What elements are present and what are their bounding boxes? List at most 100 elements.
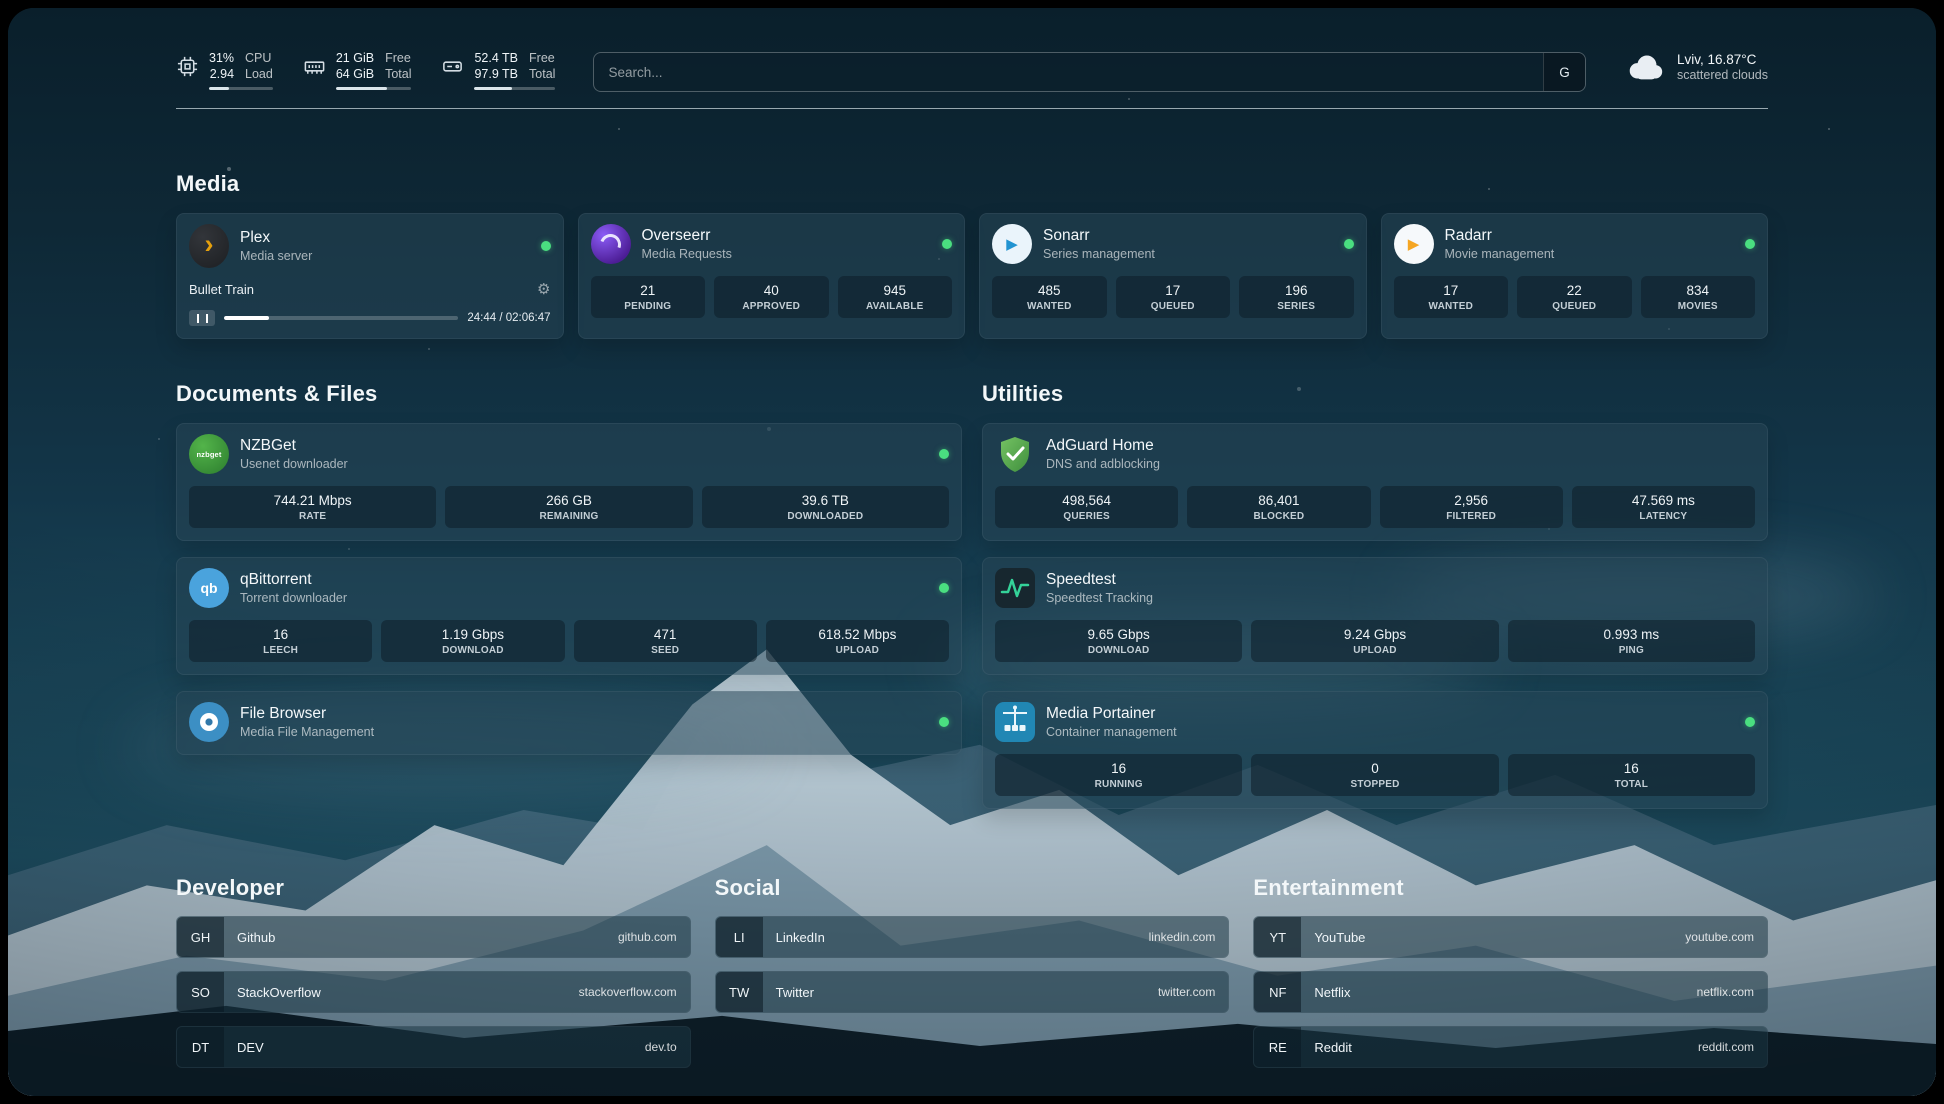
service-card-portainer[interactable]: Media Portainer Container management 16 … xyxy=(982,691,1768,809)
stat-value: 16 xyxy=(193,627,368,642)
bookmark-dev[interactable]: DT DEV dev.to xyxy=(176,1026,691,1068)
stat-box: 0.993 ms PING xyxy=(1508,620,1755,662)
stat-label: REMAINING xyxy=(449,511,688,522)
stat-value: 744.21 Mbps xyxy=(193,493,432,508)
bookmark-stackoverflow[interactable]: SO StackOverflow stackoverflow.com xyxy=(176,971,691,1013)
bookmark-reddit[interactable]: RE Reddit reddit.com xyxy=(1253,1026,1768,1068)
service-card-nzbget[interactable]: nzbget NZBGet Usenet downloader 744.21 M… xyxy=(176,423,962,541)
card-header: qb qBittorrent Torrent downloader xyxy=(189,568,949,608)
stat-label: FILTERED xyxy=(1384,511,1559,522)
overseerr-icon xyxy=(591,224,631,264)
resource-widgets: 31% CPU 2.94 Load xyxy=(176,50,555,90)
gear-icon[interactable]: ⚙ xyxy=(537,280,550,298)
service-text: qBittorrent Torrent downloader xyxy=(240,571,347,605)
stat-box: 498,564 QUERIES xyxy=(995,486,1178,528)
stat-box: 266 GB REMAINING xyxy=(445,486,692,528)
section-title-media: Media xyxy=(176,171,1768,197)
bookmark-name: Netflix xyxy=(1301,985,1350,1000)
search-input[interactable] xyxy=(594,53,1543,91)
disk-progress-fill xyxy=(474,87,511,90)
stat-value: 9.65 Gbps xyxy=(999,627,1238,642)
dashboard-content: 31% CPU 2.94 Load xyxy=(8,8,1936,1096)
pause-button[interactable] xyxy=(189,310,215,326)
service-card-overseerr[interactable]: Overseerr Media Requests 21 PENDING 40 A… xyxy=(578,213,966,339)
service-card-radarr[interactable]: ▶ Radarr Movie management 17 WANTED xyxy=(1381,213,1769,339)
stats-row: 9.65 Gbps DOWNLOAD 9.24 Gbps UPLOAD 0.99… xyxy=(995,620,1755,662)
filebrowser-icon xyxy=(189,702,229,742)
weather-location: Lviv, 16.87°C xyxy=(1677,52,1768,67)
cpu-widget: 31% CPU 2.94 Load xyxy=(176,50,273,90)
bookmark-github[interactable]: GH Github github.com xyxy=(176,916,691,958)
cpu-widget-body: 31% CPU 2.94 Load xyxy=(209,50,273,90)
disk-widget-body: 52.4 TB Free 97.9 TB Total xyxy=(474,50,555,90)
bookmark-abbr: RE xyxy=(1254,1027,1301,1067)
stat-label: RUNNING xyxy=(999,779,1238,790)
service-subtitle: DNS and adblocking xyxy=(1046,457,1160,471)
memory-free-label: Free xyxy=(385,50,411,66)
stat-label: WANTED xyxy=(996,301,1103,312)
stat-value: 945 xyxy=(842,283,949,298)
stat-value: 2,956 xyxy=(1384,493,1559,508)
cpu-load-label: Load xyxy=(245,66,273,82)
service-text: Speedtest Speedtest Tracking xyxy=(1046,571,1153,605)
service-card-filebrowser[interactable]: File Browser Media File Management xyxy=(176,691,962,755)
bookmark-group-social: Social LI LinkedIn linkedin.com TW Twitt… xyxy=(715,875,1230,1068)
cpu-icon xyxy=(176,55,199,78)
stat-label: MOVIES xyxy=(1645,301,1752,312)
bookmark-abbr: LI xyxy=(716,917,763,957)
stat-value: 1.19 Gbps xyxy=(385,627,560,642)
bookmark-domain: linkedin.com xyxy=(1149,930,1229,944)
stat-value: 0.993 ms xyxy=(1512,627,1751,642)
bookmark-group-entertainment: Entertainment YT YouTube youtube.com NF … xyxy=(1253,875,1768,1068)
cpu-usage-label: CPU xyxy=(245,50,273,66)
status-dot xyxy=(1745,239,1755,249)
bookmark-name: Twitter xyxy=(763,985,814,1000)
bookmark-netflix[interactable]: NF Netflix netflix.com xyxy=(1253,971,1768,1013)
service-card-sonarr[interactable]: ▶ Sonarr Series management 485 WANTED xyxy=(979,213,1367,339)
utilities-cards: AdGuard Home DNS and adblocking 498,564 … xyxy=(982,423,1768,809)
card-header: ▶ Sonarr Series management xyxy=(992,224,1354,264)
service-name: Speedtest xyxy=(1046,571,1153,589)
disk-widget: 52.4 TB Free 97.9 TB Total xyxy=(441,50,555,90)
section-title-developer: Developer xyxy=(176,875,691,901)
stat-box: 17 WANTED xyxy=(1394,276,1509,318)
section-title-entertainment: Entertainment xyxy=(1253,875,1768,901)
playback-time: 24:44 / 02:06:47 xyxy=(467,312,550,324)
pause-icon xyxy=(197,314,208,323)
service-card-speedtest[interactable]: Speedtest Speedtest Tracking 9.65 Gbps D… xyxy=(982,557,1768,675)
bookmark-youtube[interactable]: YT YouTube youtube.com xyxy=(1253,916,1768,958)
bookmark-linkedin[interactable]: LI LinkedIn linkedin.com xyxy=(715,916,1230,958)
stat-value: 21 xyxy=(595,283,702,298)
bookmark-twitter[interactable]: TW Twitter twitter.com xyxy=(715,971,1230,1013)
service-card-adguard[interactable]: AdGuard Home DNS and adblocking 498,564 … xyxy=(982,423,1768,541)
stats-row: 21 PENDING 40 APPROVED 945 AVAILABLE xyxy=(591,276,953,318)
memory-free-value: 21 GiB xyxy=(336,50,374,66)
search-provider-button[interactable]: G xyxy=(1543,53,1585,91)
stat-value: 16 xyxy=(999,761,1238,776)
section-media: Media › Plex Media server Bullet Tr xyxy=(176,171,1768,339)
stat-box: 0 STOPPED xyxy=(1251,754,1498,796)
service-subtitle: Movie management xyxy=(1445,247,1555,261)
stat-label: BLOCKED xyxy=(1191,511,1366,522)
service-card-qbittorrent[interactable]: qb qBittorrent Torrent downloader 16 LEE… xyxy=(176,557,962,675)
bookmark-name: StackOverflow xyxy=(224,985,321,1000)
stats-row: 16 LEECH 1.19 Gbps DOWNLOAD 471 SEED xyxy=(189,620,949,662)
service-subtitle: Media File Management xyxy=(240,725,374,739)
stat-value: 22 xyxy=(1521,283,1628,298)
stat-label: APPROVED xyxy=(718,301,825,312)
service-subtitle: Torrent downloader xyxy=(240,591,347,605)
service-name: qBittorrent xyxy=(240,571,347,589)
disk-icon xyxy=(441,55,464,78)
memory-total-value: 64 GiB xyxy=(336,66,374,82)
service-card-plex[interactable]: › Plex Media server Bullet Train ⚙ xyxy=(176,213,564,339)
cpu-progress-bar xyxy=(209,87,273,90)
stat-value: 498,564 xyxy=(999,493,1174,508)
memory-progress-fill xyxy=(336,87,387,90)
service-text: Overseerr Media Requests xyxy=(642,227,732,261)
cloud-icon xyxy=(1624,52,1666,82)
stat-label: QUEUED xyxy=(1521,301,1628,312)
stat-box: 196 SERIES xyxy=(1239,276,1354,318)
bookmark-domain: dev.to xyxy=(645,1040,690,1054)
media-cards: › Plex Media server Bullet Train ⚙ xyxy=(176,213,1768,339)
stat-value: 0 xyxy=(1255,761,1494,776)
